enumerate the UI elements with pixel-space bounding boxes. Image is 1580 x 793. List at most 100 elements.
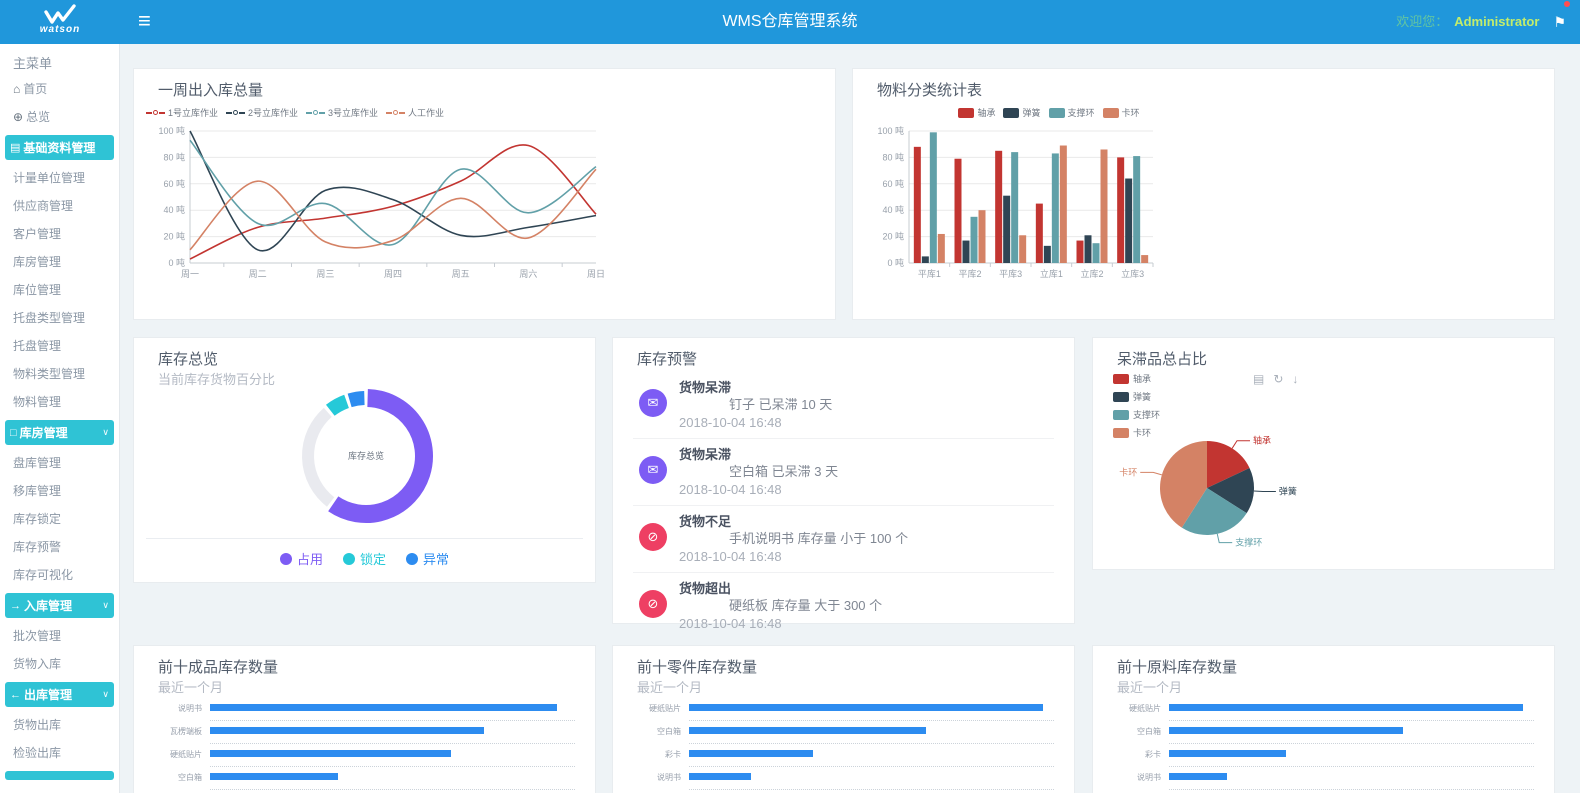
svg-text:40 吨: 40 吨 (882, 204, 904, 215)
alert-icon: ⊘ (639, 590, 667, 618)
legend-label: 人工作业 (408, 106, 444, 119)
sidebar-item-首页[interactable]: ⌂首页 (0, 75, 119, 103)
sidebar-item-label: 供应商管理 (13, 199, 73, 213)
alert-timestamp: 2018-10-04 16:48 (679, 414, 832, 432)
username[interactable]: Administrator (1454, 0, 1539, 44)
legend-item-1号立库作业[interactable]: 1号立库作业 (146, 106, 226, 119)
alert-description: 手机说明书 库存量 小于 100 个 (679, 530, 908, 548)
legend-item-锁定[interactable]: 锁定 (343, 549, 386, 568)
sidebar-item-label: 检验出库 (13, 746, 61, 760)
line-marker-icon (226, 110, 245, 115)
alert-title: 货物呆滞 (679, 446, 838, 463)
legend-item-人工作业[interactable]: 人工作业 (386, 106, 452, 119)
legend-item-2号立库作业[interactable]: 2号立库作业 (226, 106, 306, 119)
sidebar-item-客户管理[interactable]: 客户管理 (0, 220, 119, 248)
svg-text:弹簧: 弹簧 (1279, 486, 1297, 497)
sidebar-item-库房管理[interactable]: 库房管理 (0, 248, 119, 276)
svg-text:立库2: 立库2 (1080, 268, 1103, 279)
hbar-row: 空白箱 (633, 727, 1054, 750)
legend-item-弹簧[interactable]: 弹簧 (1003, 106, 1048, 119)
notification-flag-icon[interactable]: ⚑ (1553, 0, 1566, 44)
hbar-category-label: 彩卡 (1113, 750, 1161, 759)
hbar-row: 硬纸贴片 (633, 704, 1054, 727)
sidebar-group-partial[interactable] (5, 771, 114, 780)
dot-icon (280, 553, 292, 565)
panel-stagnant-ratio: 呆滞品总占比 轴承弹簧支撑环卡环 ▤↻↓ 轴承弹簧支撑环卡环 (1092, 337, 1555, 570)
restore-icon[interactable]: ↻ (1273, 372, 1283, 386)
inventory-donut-chart: 库存总览 (134, 388, 597, 534)
svg-text:支撑环: 支撑环 (1235, 537, 1262, 548)
sidebar-item-label: 库存锁定 (13, 512, 61, 526)
sidebar-item-检验出库[interactable]: 检验出库 (0, 739, 119, 767)
data-view-icon[interactable]: ▤ (1253, 372, 1264, 386)
sidebar-item-移库管理[interactable]: 移库管理 (0, 477, 119, 505)
sidebar-group-基础资料管理[interactable]: ▤基础资料管理 (5, 135, 114, 160)
sidebar-item-总览[interactable]: ⊕总览 (0, 103, 119, 131)
sidebar-item-库存锁定[interactable]: 库存锁定 (0, 505, 119, 533)
legend-label: 锁定 (360, 549, 386, 568)
menu-toggle-icon[interactable]: ≡ (130, 0, 159, 44)
panel-title: 前十零件库存数量 (637, 656, 757, 677)
sidebar-group-库房管理[interactable]: □库房管理∨ (5, 420, 114, 445)
panel-title: 呆滞品总占比 (1117, 348, 1207, 369)
sidebar-item-货物入库[interactable]: 货物入库 (0, 650, 119, 678)
hbar-row: 说明书 (1113, 773, 1534, 793)
sidebar-item-计量单位管理[interactable]: 计量单位管理 (0, 164, 119, 192)
panel-title: 物料分类统计表 (877, 79, 982, 100)
svg-text:立库1: 立库1 (1040, 268, 1063, 279)
panel-top-finished: 前十成品库存数量 最近一个月 说明书瓦楞端板硬纸贴片空白箱 (133, 645, 596, 793)
sidebar-group-出库管理[interactable]: ←出库管理∨ (5, 682, 114, 707)
hbar-row: 说明书 (633, 773, 1054, 793)
svg-text:100 吨: 100 吨 (158, 125, 185, 136)
sidebar-item-物料类型管理[interactable]: 物料类型管理 (0, 360, 119, 388)
legend-item-支撑环[interactable]: 支撑环 (1049, 106, 1103, 119)
download-icon[interactable]: ↓ (1292, 372, 1298, 386)
sidebar-item-label: 库房管理 (13, 255, 61, 269)
panel-title: 前十原料库存数量 (1117, 656, 1237, 677)
sidebar-item-供应商管理[interactable]: 供应商管理 (0, 192, 119, 220)
mail-icon: ✉ (639, 456, 667, 484)
legend-item-异常[interactable]: 异常 (406, 549, 449, 568)
sidebar-item-物料管理[interactable]: 物料管理 (0, 388, 119, 416)
sidebar-item-货物出库[interactable]: 货物出库 (0, 711, 119, 739)
legend-item-卡环[interactable]: 卡环 (1103, 106, 1148, 119)
swatch-icon (1103, 108, 1119, 118)
top-raw-hbar-chart: 硬纸贴片空白箱彩卡说明书 (1113, 704, 1534, 793)
panel-subtitle: 最近一个月 (1117, 677, 1182, 696)
sidebar-item-库位管理[interactable]: 库位管理 (0, 276, 119, 304)
sidebar-item-批次管理[interactable]: 批次管理 (0, 622, 119, 650)
panel-title: 库存总览 (158, 348, 218, 369)
sidebar-item-托盘类型管理[interactable]: 托盘类型管理 (0, 304, 119, 332)
dotted-gridline (210, 766, 575, 767)
sidebar-item-label: 托盘类型管理 (13, 311, 85, 325)
legend-item-轴承[interactable]: 轴承 (958, 106, 1003, 119)
svg-text:平库2: 平库2 (958, 268, 981, 279)
square-icon: □ (10, 427, 17, 439)
swatch-icon (958, 108, 974, 118)
sidebar-item-label: 库位管理 (13, 283, 61, 297)
sidebar-group-入库管理[interactable]: →入库管理∨ (5, 593, 114, 618)
top-parts-hbar-chart: 硬纸贴片空白箱彩卡说明书 (633, 704, 1054, 793)
alert-icon: ⊘ (639, 523, 667, 551)
legend-item-轴承[interactable]: 轴承 (1113, 372, 1160, 385)
arrow-right-icon: → (10, 600, 21, 612)
sidebar-item-label: 盘库管理 (13, 456, 61, 470)
logo-text: watson (0, 24, 120, 35)
dotted-gridline (689, 743, 1054, 744)
app-logo[interactable]: watson (0, 0, 120, 44)
alert-item: ⊘货物超出硬纸板 库存量 大于 300 个2018-10-04 16:48 (633, 573, 1054, 639)
dotted-gridline (1169, 789, 1534, 790)
sidebar-item-盘库管理[interactable]: 盘库管理 (0, 449, 119, 477)
sidebar-item-托盘管理[interactable]: 托盘管理 (0, 332, 119, 360)
sidebar-item-label: 计量单位管理 (13, 171, 85, 185)
sidebar-item-库存可视化[interactable]: 库存可视化 (0, 561, 119, 589)
chart-toolbox: ▤ ↻ ↓ (1253, 372, 1298, 386)
material-stats-bar-chart: 0 吨20 吨40 吨60 吨80 吨100 吨平库1平库2平库3立库1立库2立… (863, 125, 1523, 297)
legend-item-占用[interactable]: 占用 (280, 549, 323, 568)
hbar-category-label: 空白箱 (154, 773, 202, 782)
svg-text:20 吨: 20 吨 (882, 231, 904, 242)
legend-item-3号立库作业[interactable]: 3号立库作业 (306, 106, 386, 119)
sidebar-group-label: 基础资料管理 (23, 139, 95, 156)
hbar-row: 彩卡 (633, 750, 1054, 773)
sidebar-item-库存预警[interactable]: 库存预警 (0, 533, 119, 561)
